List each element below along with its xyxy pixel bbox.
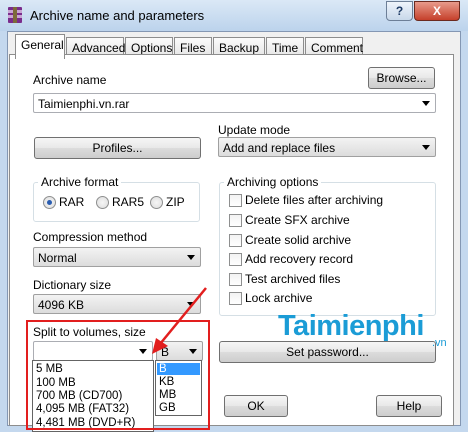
archive-name-label: Archive name	[33, 73, 107, 87]
size-option[interactable]: 100 MB	[36, 377, 76, 389]
close-button[interactable]: X	[414, 1, 460, 21]
ok-button[interactable]: OK	[224, 395, 288, 417]
create-solid-label: Create solid archive	[245, 233, 352, 247]
create-sfx-label: Create SFX archive	[245, 213, 350, 227]
chevron-down-icon	[422, 145, 430, 150]
radio-rar[interactable]	[43, 196, 56, 209]
tab-general[interactable]: General	[15, 34, 65, 59]
browse-button[interactable]: Browse...	[368, 67, 435, 89]
checkbox-create-sfx[interactable]	[229, 214, 242, 227]
update-mode-select[interactable]: Add and replace files	[218, 137, 436, 157]
size-option[interactable]: 4,481 MB (DVD+R)	[36, 417, 135, 429]
compression-method-value: Normal	[38, 251, 77, 265]
window-title: Archive name and parameters	[30, 8, 205, 23]
set-password-button[interactable]: Set password...	[219, 341, 436, 363]
dictionary-size-label: Dictionary size	[33, 278, 112, 292]
chevron-down-icon	[187, 302, 195, 307]
split-size-input[interactable]	[33, 341, 153, 361]
help-title-button[interactable]: ?	[386, 1, 413, 21]
test-files-label: Test archived files	[245, 272, 341, 286]
split-unit-value: B	[161, 345, 170, 359]
unit-option-selected[interactable]: B	[157, 363, 200, 375]
size-option[interactable]: 4,095 MB (FAT32)	[36, 403, 129, 415]
watermark-suffix: .vn	[432, 337, 447, 349]
chevron-down-icon	[422, 101, 430, 106]
split-unit-select[interactable]: B	[156, 341, 203, 361]
archive-name-input[interactable]: Taimienphi.vn.rar	[33, 93, 436, 113]
compression-method-select[interactable]: Normal	[33, 247, 201, 267]
delete-files-label: Delete files after archiving	[245, 193, 384, 207]
checkbox-create-solid[interactable]	[229, 234, 242, 247]
split-unit-dropdown: B KB MB GB	[155, 360, 202, 416]
title-bar[interactable]: Archive name and parameters ? X	[0, 0, 468, 31]
dictionary-size-select[interactable]: 4096 KB	[33, 294, 201, 314]
checkbox-test-files[interactable]	[229, 273, 242, 286]
checkbox-lock-archive[interactable]	[229, 292, 242, 305]
lock-archive-label: Lock archive	[245, 291, 313, 305]
archiving-options-title: Archiving options	[224, 175, 322, 189]
archive-name-value: Taimienphi.vn.rar	[38, 97, 130, 111]
chevron-down-icon	[187, 255, 195, 260]
checkbox-recovery-record[interactable]	[229, 253, 242, 266]
radio-rar5[interactable]	[96, 196, 109, 209]
dictionary-size-value: 4096 KB	[38, 298, 85, 312]
profiles-button[interactable]: Profiles...	[34, 137, 201, 159]
archive-format-title: Archive format	[38, 175, 122, 189]
checkbox-delete-files[interactable]	[229, 194, 242, 207]
compression-method-label: Compression method	[33, 230, 148, 244]
watermark-logo: Taimienphi	[278, 310, 424, 342]
winrar-icon	[8, 7, 22, 23]
chevron-down-icon	[139, 349, 147, 354]
radio-rar5-label: RAR5	[112, 195, 145, 209]
split-volumes-label: Split to volumes, size	[33, 325, 146, 339]
update-mode-label: Update mode	[218, 123, 291, 137]
split-size-dropdown: 5 MB 100 MB 700 MB (CD700) 4,095 MB (FAT…	[32, 360, 154, 432]
dialog-window: Archive name and parameters ? X General …	[0, 0, 468, 432]
chevron-down-icon	[189, 349, 197, 354]
recovery-record-label: Add recovery record	[245, 252, 354, 266]
radio-rar-label: RAR	[59, 195, 85, 209]
unit-option[interactable]: MB	[159, 389, 176, 401]
radio-zip[interactable]	[150, 196, 163, 209]
update-mode-value: Add and replace files	[223, 141, 336, 155]
unit-option[interactable]: KB	[159, 376, 174, 388]
unit-option[interactable]: GB	[159, 402, 176, 414]
size-option[interactable]: 5 MB	[36, 363, 63, 375]
help-button[interactable]: Help	[376, 395, 442, 417]
radio-zip-label: ZIP	[166, 195, 185, 209]
size-option[interactable]: 700 MB (CD700)	[36, 390, 122, 402]
